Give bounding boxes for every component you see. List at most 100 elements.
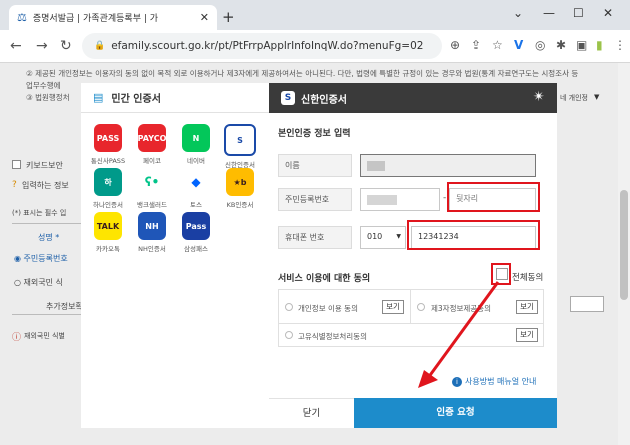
scrollbar-thumb[interactable] [620,190,628,300]
court-favicon-icon: ⚖ [17,11,27,24]
provider-payco[interactable]: PAYCO 페이코 [130,124,174,165]
masked-name [367,161,385,171]
share-icon[interactable]: ⇪ [471,38,481,52]
shinhan-certificate-title: 신한인증서 [301,94,347,106]
manual-link[interactable]: i 사용방법 매뉴얼 안내 [452,376,536,387]
agree-item-3-view-button[interactable]: 보기 [516,328,538,342]
forward-icon[interactable]: → [36,38,48,54]
maximize-icon[interactable]: ☐ [573,6,584,20]
notice-line: ② 제공된 개인정보는 이용자의 동의 없이 목적 외로 이용하거나 제3자에게… [26,69,579,78]
menu-icon[interactable]: ⋮ [614,38,626,52]
zoom-icon[interactable]: ⊕ [450,38,460,52]
provider-kakao[interactable]: TALK 카카오톡 [86,212,130,253]
puzzle-icon[interactable]: ✱ [556,38,566,52]
phone-label: 휴대폰 번호 [278,226,352,249]
rrn-front-input[interactable] [360,188,440,211]
profile-icon[interactable]: ▮ [596,38,603,52]
samsungpass-icon: Pass [182,212,210,240]
nh-icon: NH [138,212,166,240]
provider-label: 하나인증서 [93,201,123,209]
carrier-prefix-select[interactable]: 010 ▼ [360,226,406,249]
provider-label: 카카오톡 [96,245,120,253]
provider-shinhan[interactable]: S 신한인증서 [218,124,262,169]
resident-label-text: 주민등록번호 [23,254,68,263]
footer-note: 재외국민 식별 [24,332,65,340]
new-tab-icon[interactable]: + [222,8,235,26]
name-label: 성명 * [38,233,60,242]
payco-icon: PAYCO [138,124,166,152]
additional-info-label: 추가정보확 [46,302,83,311]
person-icon: i [452,376,462,387]
shinhan-logo-icon: S [281,91,295,105]
provider-label: 토스 [190,201,202,209]
rrn-label: 주민등록번호 [278,188,352,211]
name-input[interactable] [360,154,536,177]
provider-label: 페이코 [143,157,161,165]
provider-label: 삼성패스 [184,245,208,253]
foreign-radio-label[interactable]: ○ 재외국민 식 [14,277,63,288]
highlight-phone-number [407,220,540,250]
help-icon: ? [12,180,17,190]
dropdown-icon[interactable]: ▼ [594,93,599,101]
manual-link-text: 사용방법 매뉴얼 안내 [465,377,537,386]
url-text: efamily.scourt.go.kr/pt/PtFrrpApplrInfoI… [111,40,424,52]
shinhan-icon: S [224,124,256,156]
provider-banksalad[interactable]: ʕ• 뱅크샐러드 [130,168,174,209]
keyboard-security-checkbox[interactable] [12,160,21,169]
minimize-icon[interactable]: — [543,6,555,20]
background-button[interactable] [570,296,604,312]
agree-all-label: 전체동의 [512,273,544,283]
chevron-down-icon[interactable]: ⌄ [513,6,523,20]
notice-right-text: 네 개인정 [560,94,588,102]
provider-samsungpass[interactable]: Pass 삼성패스 [174,212,218,253]
provider-nh[interactable]: NH NH인증서 [130,212,174,253]
kakao-icon: TALK [94,212,122,240]
close-tab-icon[interactable]: ✕ [200,11,209,24]
provider-toss[interactable]: ◆ 토스 [174,168,218,209]
name-label: 이름 [278,154,352,177]
provider-hana[interactable]: 하하나인증서 [86,168,130,209]
agree-item-2-view-button[interactable]: 보기 [516,300,538,314]
window-close-icon[interactable]: ✕ [603,6,613,20]
provider-label: 뱅크샐러드 [137,201,167,209]
agree-item-1-view-button[interactable]: 보기 [382,300,404,314]
resident-number-radio-label[interactable]: ◉ 주민등록번호 [14,253,68,264]
lock-icon: 🔒 [94,41,106,51]
warning-icon: ⓘ [12,333,22,343]
extension-v-icon[interactable]: V [514,38,523,52]
private-certificate-title: 민간 인증서 [111,94,161,105]
certificate-card-icon: ▤ [93,91,104,104]
toss-icon: ◆ [182,168,210,196]
browser-toolbar: ← → ↻ 🔒 efamily.scourt.go.kr/pt/PtFrrpAp… [0,30,630,63]
provider-label: 네이버 [187,157,205,165]
rrn-dash: - [443,193,447,203]
extension-icon[interactable]: ◎ [535,38,545,52]
phone-prefix-value: 010 [367,232,383,241]
masked-rrn [367,195,397,205]
provider-pass[interactable]: PASS 통신사PASS [86,124,130,165]
reload-icon[interactable]: ↻ [60,38,72,54]
provider-label: KB인증서 [226,201,254,209]
sparkle-icon: ✴ [533,89,545,105]
provider-label: NH인증서 [138,245,166,253]
back-icon[interactable]: ← [10,38,22,54]
agree-item-1-radio[interactable] [285,303,293,311]
agreement-section-title: 서비스 이용에 대한 동의 [278,274,371,284]
shinhan-certificate-header: S 신한인증서 [269,83,557,113]
identity-section-title: 본인인증 정보 입력 [278,129,351,139]
browser-tab[interactable]: ⚖ 증명서발급 | 가족관계등록부 | 가 ✕ [9,5,217,30]
provider-kb[interactable]: ★b KB인증서 [218,168,262,209]
close-button[interactable]: 닫기 [269,398,354,428]
naver-icon: N [182,124,210,152]
address-bar[interactable]: 🔒 efamily.scourt.go.kr/pt/PtFrrpApplrInf… [82,33,442,59]
sidepanel-icon[interactable]: ▣ [576,38,587,52]
hana-icon: 하 [94,168,122,196]
agree-item-3-radio[interactable] [285,331,293,339]
auth-request-button[interactable]: 인증 요청 [354,398,557,428]
foreign-label-text: 재외국민 식 [23,278,63,287]
required-hint: (*) 표시는 필수 입 [12,209,67,217]
tab-title: 증명서발급 | 가족관계등록부 | 가 [32,14,159,24]
star-icon[interactable]: ☆ [492,38,503,52]
provider-naver[interactable]: N 네이버 [174,124,218,165]
private-certificate-header: ▤ 민간 인증서 [81,83,269,113]
